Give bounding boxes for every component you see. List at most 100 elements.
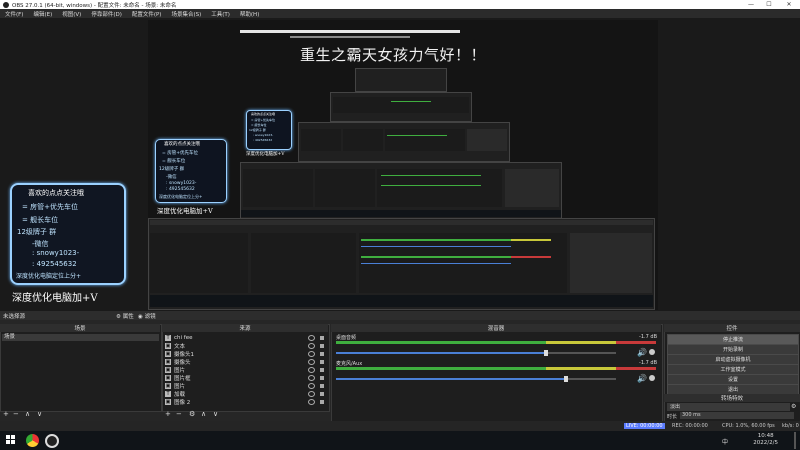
menu-edit[interactable]: 编辑(E) [28,10,57,18]
source-settings-icon[interactable]: ⚙ [189,410,195,418]
volume-slider-handle[interactable] [563,376,568,382]
overlay-text: 重生之霸天女孩力气好！！ [300,44,486,65]
ime-indicator[interactable]: 中 [722,437,728,446]
eye-icon[interactable] [308,375,315,381]
chrome-icon[interactable] [26,434,39,447]
menu-view[interactable]: 视图(V) [57,10,86,18]
lock-icon[interactable] [320,336,324,340]
menu-tools[interactable]: 工具(T) [206,10,235,18]
eye-icon[interactable] [308,367,315,373]
source-item[interactable]: Tchi fee [165,334,327,342]
maximize-button[interactable]: ☐ [762,0,776,9]
image-source-icon: ▣ [165,383,171,389]
track-settings-icon[interactable] [649,349,655,355]
taskbar-clock: 10:48 2022/2/5 [753,433,778,447]
camera-source-icon: ▣ [165,359,171,365]
remove-source-button[interactable]: − [176,410,182,418]
obs-logo-icon [3,1,9,8]
track-settings-icon[interactable] [649,375,655,381]
transition-type: 淡出 [670,404,681,410]
eye-icon[interactable] [308,391,315,397]
lock-icon[interactable] [320,392,324,396]
promo-nested2-line-4: : snowy1023- [253,133,274,137]
lock-icon[interactable] [320,368,324,372]
level-meter-red [616,367,656,370]
duration-input[interactable]: 300 ms [680,412,794,419]
source-up-button[interactable]: ∧ [201,410,206,418]
source-item[interactable]: ▣ 文本 [165,342,327,350]
live-indicator: LIVE: 00:00:00 [624,423,665,429]
minimize-button[interactable]: — [744,0,758,9]
add-scene-button[interactable]: + [3,410,9,418]
source-item[interactable]: ▣ 图片 [165,382,327,390]
nested-menubar [290,36,410,38]
duration-value: 300 ms [682,412,701,418]
menu-help[interactable]: 帮助(H) [235,10,264,18]
source-item-label: 图片 [174,368,186,374]
volume-slider-handle[interactable] [544,350,548,356]
no-source-label: 未选择源 [3,313,26,320]
promo-nested-line-2: = 舰长车位 [162,159,186,164]
clock-date: 2022/2/5 [753,440,778,446]
eye-icon[interactable] [308,359,315,365]
promo-line-4: -微信 [32,240,49,248]
source-down-button[interactable]: ∨ [213,410,218,418]
level-meter-yellow [546,367,616,370]
close-button[interactable]: ✕ [782,0,796,9]
nested-obs-frame-4 [330,92,472,122]
lock-icon[interactable] [320,400,324,404]
duration-label: 时长 [667,414,678,420]
source-item[interactable]: ▣ 摄像头 [165,358,327,366]
status-bar: LIVE: 00:00:00 REC: 00:00:00 CPU: 1.0%, … [0,421,800,431]
menu-docks[interactable]: 停靠部件(D) [86,10,127,18]
transition-settings-icon[interactable]: ⚙ [791,403,796,410]
speaker-icon[interactable]: 🔊 [637,374,647,383]
volume-slider-fill [336,378,566,380]
speaker-icon[interactable]: 🔊 [637,348,647,357]
rec-indicator: REC: 00:00:00 [672,423,708,429]
track-name: 桌面音频 [336,335,357,341]
source-item[interactable]: ▣ 摄像头1 [165,350,327,358]
taskbar [0,431,800,450]
windows-start-icon[interactable] [6,435,16,445]
menu-profile[interactable]: 配置文件(P) [127,10,167,18]
promo-line-1: = 房管+优先车位 [22,203,78,211]
source-item[interactable]: T 加载 [165,390,327,398]
scene-down-button[interactable]: ∨ [37,410,42,418]
source-item[interactable]: ▣ 图片框 [165,374,327,382]
nested-titlebar [240,30,460,33]
remove-scene-button[interactable]: − [13,410,19,418]
text-source-icon: T [165,391,171,397]
add-source-button[interactable]: + [165,410,171,418]
promo-nested2-line-1: = 房管+优先车位 [251,118,275,122]
image-source-icon: ▣ [165,367,171,373]
promo-caption: 深度优化电脑加+V [12,293,98,304]
properties-button[interactable]: ⚙ 属性 [116,312,134,320]
lock-icon[interactable] [320,352,324,356]
menu-file[interactable]: 文件(F) [0,10,28,18]
lock-icon[interactable] [320,360,324,364]
eye-icon[interactable] [308,399,315,405]
eye-icon[interactable] [308,335,315,341]
source-item[interactable]: ▣ 图像 2 [165,398,327,406]
transition-select[interactable]: 淡出 [667,403,790,411]
eye-icon[interactable] [308,343,315,349]
show-desktop-button[interactable] [794,432,796,449]
promo-nested-line-5: : snowy1023- [166,181,197,186]
obs-taskbar-icon[interactable] [45,434,59,448]
source-item-label: 图片框 [174,376,191,382]
scene-up-button[interactable]: ∧ [25,410,30,418]
scenes-title: 场景 [0,324,160,332]
overlay-text-suffix: ！！ [455,46,487,64]
promo-nested-line-3: 12级牌子 群 [159,167,185,172]
lock-icon[interactable] [320,384,324,388]
scene-item[interactable]: 场景 [2,334,159,341]
filters-button[interactable]: ◉ 滤镜 [138,312,156,320]
lock-icon[interactable] [320,344,324,348]
promo-card-nested-2: 喜欢的点点关注哦 = 房管+优先车位 = 舰长车位 12级牌子 群 : snow… [246,110,292,150]
eye-icon[interactable] [308,351,315,357]
source-item[interactable]: ▣ 图片 [165,366,327,374]
menu-scene-collection[interactable]: 场景集合(S) [166,10,206,18]
eye-icon[interactable] [308,383,315,389]
lock-icon[interactable] [320,376,324,380]
